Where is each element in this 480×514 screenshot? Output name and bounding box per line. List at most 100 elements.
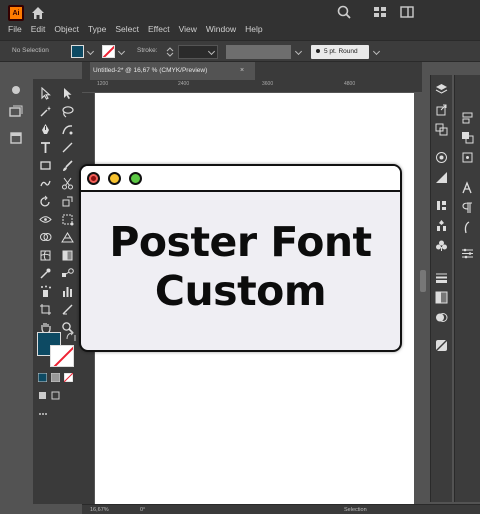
- vertical-scrollbar[interactable]: [420, 270, 426, 292]
- line-tool-icon[interactable]: [61, 141, 74, 154]
- mesh-tool-icon[interactable]: [39, 249, 52, 262]
- curvature-tool-icon[interactable]: [61, 123, 74, 136]
- more-tools-icon[interactable]: [38, 411, 48, 417]
- home-icon[interactable]: [30, 5, 46, 21]
- brush-label: 5 pt. Round: [324, 48, 358, 55]
- shaper-tool-icon[interactable]: [39, 177, 52, 190]
- poster-title-line2: Custom: [154, 267, 327, 315]
- selection-status: No Selection: [12, 47, 49, 54]
- artboard-tool-icon[interactable]: [39, 303, 52, 316]
- menu-help[interactable]: Help: [245, 24, 262, 34]
- arrange-documents-icon[interactable]: [372, 4, 388, 20]
- document-tab[interactable]: Untitled-2* @ 16,67 % (CMYK/Preview) ×: [90, 62, 255, 80]
- pen-tool-icon[interactable]: [39, 123, 52, 136]
- poster-title-line1: Poster Font: [109, 218, 372, 266]
- chevron-down-icon[interactable]: [294, 47, 303, 56]
- maximize-dot-icon: [129, 172, 142, 185]
- stroke-label: Stroke:: [137, 47, 158, 54]
- eyedropper-tool-icon[interactable]: [39, 267, 52, 280]
- pathfinder-icon[interactable]: [461, 131, 474, 144]
- perspective-grid-tool-icon[interactable]: [61, 231, 74, 244]
- ruler-mark: 2400: [178, 81, 190, 87]
- transparency-icon[interactable]: [435, 311, 448, 324]
- rotate-tool-icon[interactable]: [39, 195, 52, 208]
- transform-icon[interactable]: [461, 151, 474, 164]
- width-tool-icon[interactable]: [39, 213, 52, 226]
- menu-object[interactable]: Object: [54, 24, 79, 34]
- chevron-down-icon[interactable]: [372, 47, 381, 56]
- libraries-panel-icon[interactable]: [8, 104, 24, 120]
- color-guide-icon[interactable]: [435, 339, 448, 352]
- scissors-tool-icon[interactable]: [61, 177, 74, 190]
- window-title-bar: [81, 166, 400, 192]
- appearance-icon[interactable]: [435, 151, 448, 164]
- gradient-mode-icon[interactable]: [51, 373, 60, 382]
- magic-wand-tool-icon[interactable]: [39, 105, 52, 118]
- close-icon[interactable]: ×: [240, 67, 244, 74]
- character-icon[interactable]: [461, 181, 474, 194]
- menu-edit[interactable]: Edit: [31, 24, 46, 34]
- direct-selection-tool-icon[interactable]: [61, 87, 74, 100]
- none-mode-icon[interactable]: [64, 373, 73, 382]
- zoom-level[interactable]: 16,67%: [90, 507, 109, 513]
- brush-definition[interactable]: 5 pt. Round: [311, 45, 369, 59]
- swap-fill-stroke-icon[interactable]: [65, 331, 77, 343]
- draw-normal-icon[interactable]: [38, 391, 47, 400]
- column-graph-tool-icon[interactable]: [61, 285, 74, 298]
- menu-type[interactable]: Type: [88, 24, 106, 34]
- stepper-icon[interactable]: [166, 46, 174, 58]
- selection-tool-icon[interactable]: [39, 87, 52, 100]
- logo-text: Ai: [12, 9, 20, 17]
- menu-select[interactable]: Select: [115, 24, 139, 34]
- paintbrush-tool-icon[interactable]: [61, 159, 74, 172]
- ruler-mark: 1200: [97, 81, 109, 87]
- status-bar: 16,67% 0° Selection: [82, 504, 480, 514]
- stroke-color-box[interactable]: [50, 345, 74, 367]
- gradient-panel-icon[interactable]: [435, 291, 448, 304]
- menu-effect[interactable]: Effect: [148, 24, 170, 34]
- right-panel-dock-b: [454, 75, 480, 502]
- export-icon[interactable]: [435, 103, 448, 116]
- stroke-swatch[interactable]: [102, 45, 115, 58]
- brushes-icon[interactable]: [435, 199, 448, 212]
- menu-bar: Ai File Edit Object Type Select Effect V…: [0, 0, 480, 40]
- blend-tool-icon[interactable]: [61, 267, 74, 280]
- align-icon[interactable]: [461, 111, 474, 124]
- opentype-icon[interactable]: [461, 221, 474, 234]
- horizontal-ruler: 1200 2400 3600 4800: [82, 80, 422, 93]
- menu-window[interactable]: Window: [206, 24, 236, 34]
- artboards-icon[interactable]: [435, 123, 448, 136]
- search-icon[interactable]: [336, 4, 352, 20]
- paragraph-icon[interactable]: [461, 201, 474, 214]
- symbol-sprayer-tool-icon[interactable]: [39, 285, 52, 298]
- layers-icon[interactable]: [435, 83, 448, 96]
- workspace-switcher-icon[interactable]: [399, 4, 415, 20]
- scale-tool-icon[interactable]: [61, 195, 74, 208]
- control-bar: No Selection Stroke: 5 pt. Round: [0, 40, 480, 62]
- gradient-tool-icon[interactable]: [61, 249, 74, 262]
- glyphs-icon[interactable]: [461, 247, 474, 260]
- graphic-styles-icon[interactable]: [435, 171, 448, 184]
- rotation-angle[interactable]: 0°: [140, 507, 145, 513]
- symbols-icon[interactable]: [435, 219, 448, 232]
- rectangle-tool-icon[interactable]: [39, 159, 52, 172]
- layers-side-icon[interactable]: [8, 130, 24, 146]
- fill-swatch[interactable]: [71, 45, 84, 58]
- shape-builder-tool-icon[interactable]: [39, 231, 52, 244]
- type-tool-icon[interactable]: [39, 141, 52, 154]
- club-symbols-icon[interactable]: [435, 239, 448, 252]
- slice-tool-icon[interactable]: [61, 303, 74, 316]
- lasso-tool-icon[interactable]: [61, 105, 74, 118]
- variable-width-profile[interactable]: [226, 45, 291, 59]
- stroke-panel-icon[interactable]: [435, 271, 448, 284]
- menu-view[interactable]: View: [179, 24, 197, 34]
- free-transform-tool-icon[interactable]: [61, 213, 74, 226]
- document-tab-bar: Untitled-2* @ 16,67 % (CMYK/Preview) ×: [82, 62, 422, 80]
- properties-panel-icon[interactable]: [8, 82, 24, 98]
- color-mode-icon[interactable]: [38, 373, 47, 382]
- menu-file[interactable]: File: [8, 24, 22, 34]
- close-dot-icon: [87, 172, 100, 185]
- chevron-down-icon[interactable]: [86, 47, 95, 56]
- chevron-down-icon[interactable]: [117, 47, 126, 56]
- screen-mode-icon[interactable]: [51, 391, 60, 400]
